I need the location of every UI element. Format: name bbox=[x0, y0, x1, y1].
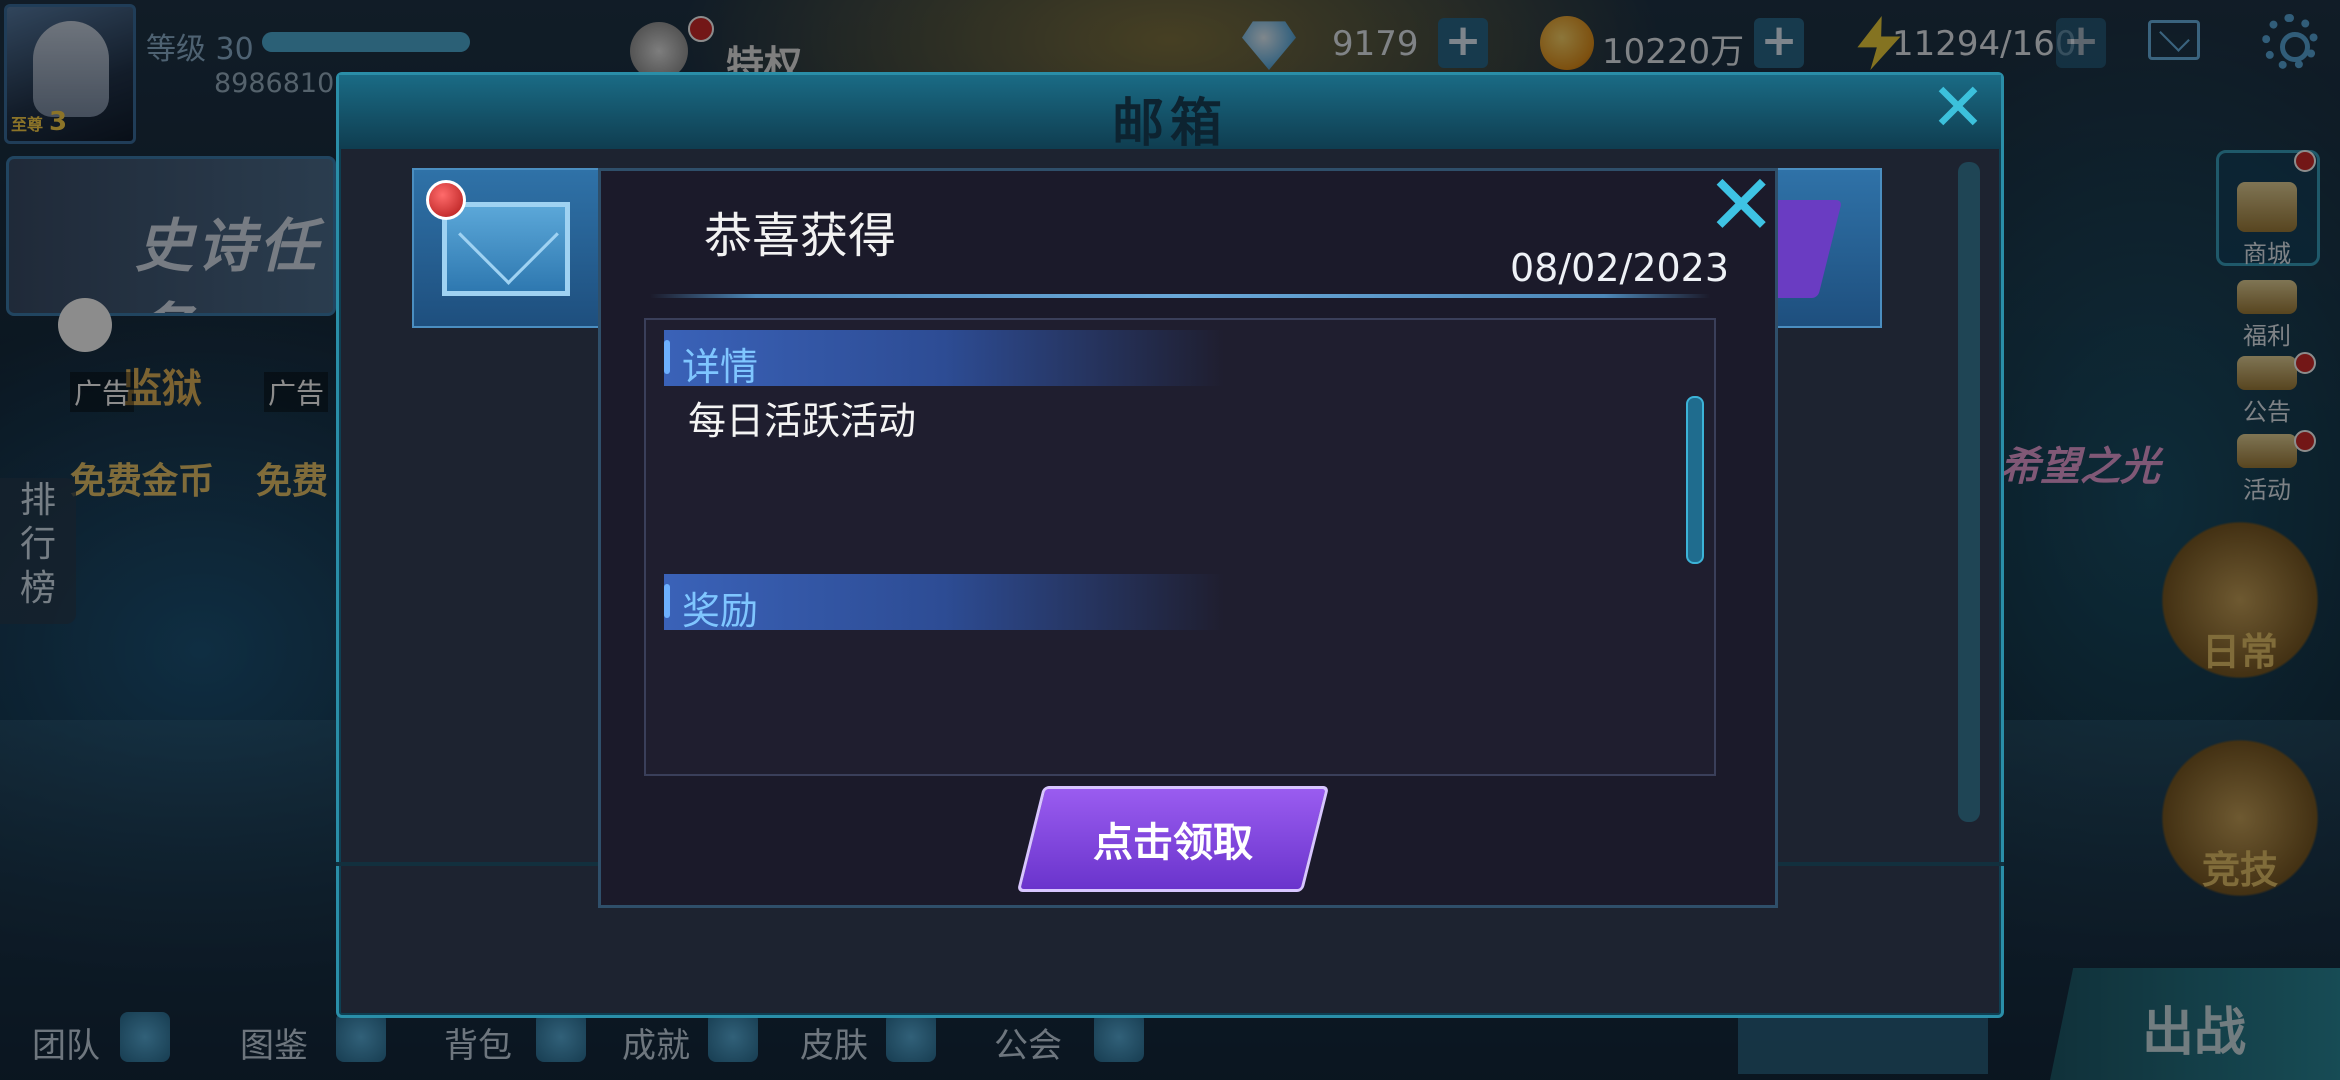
content-scrollbar[interactable] bbox=[1686, 396, 1704, 564]
section-marker bbox=[664, 340, 670, 374]
claim-button-label[interactable]: 点击领取 bbox=[1030, 810, 1316, 868]
mailbox-title: 邮箱 bbox=[1111, 94, 1228, 154]
mailbox-close-icon[interactable]: ✕ bbox=[1930, 75, 1986, 141]
unread-dot bbox=[426, 180, 466, 220]
close-icon[interactable]: ✕ bbox=[1706, 163, 1776, 247]
details-section-header: 详情 bbox=[664, 330, 1224, 389]
mail-content-box bbox=[644, 318, 1716, 776]
popup-title: 恭喜获得 bbox=[704, 208, 897, 264]
details-header-label: 详情 bbox=[682, 345, 759, 389]
section-marker bbox=[664, 584, 670, 618]
details-text: 每日活跃活动 bbox=[688, 399, 917, 443]
rewards-header-label: 奖励 bbox=[682, 589, 759, 633]
mail-date: 08/02/2023 bbox=[1510, 246, 1730, 290]
mailbox-scrollbar[interactable] bbox=[1958, 162, 1980, 822]
envelope-icon bbox=[442, 202, 570, 296]
title-divider bbox=[650, 294, 1710, 298]
mailbox-header: 邮箱 bbox=[339, 75, 2001, 154]
rewards-section-header: 奖励 bbox=[664, 574, 1224, 633]
